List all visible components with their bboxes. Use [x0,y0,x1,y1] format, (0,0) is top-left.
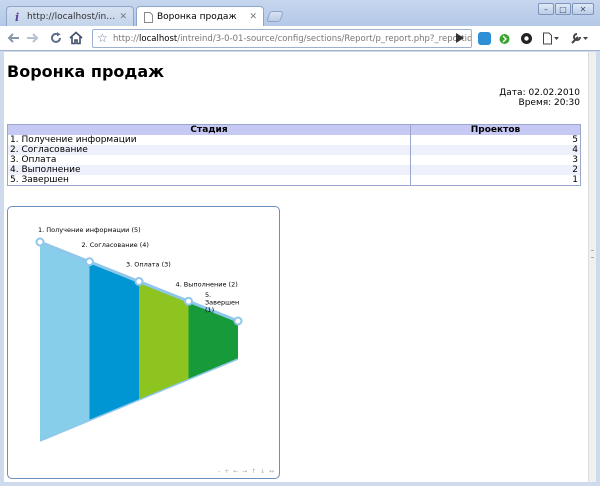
forward-button[interactable] [24,30,40,46]
browser-toolbar: ☆ http://localhost/intreind/3-0-01-sourc… [0,26,600,51]
scrollbar-grip[interactable] [591,250,594,258]
chart-navigation-controls[interactable]: - + ← → ↑ ↓ ↔ [218,468,275,475]
url-prefix: http:// [113,33,140,44]
projects-count-cell: 3 [410,155,581,165]
table-header-row: Стадия Проектов [7,124,581,135]
table-row: 2. Согласование 4 [7,145,581,155]
projects-count-cell: 2 [410,165,581,175]
tab-sales-funnel[interactable]: Воронка продаж ✕ [136,6,264,27]
funnel-point [35,237,45,247]
stage-cell: 3. Оплата [7,155,411,165]
browser-titlebar: i http://localhost/intrein... ✕ Воронка … [0,0,600,27]
funnel-data-label: 2. Согласование (4) [82,241,149,249]
table-row: 1. Получение информации 5 [7,135,581,145]
column-header-stage: Стадия [7,124,411,135]
funnel-point [233,316,243,326]
close-tab-icon[interactable]: ✕ [249,12,257,22]
window-controls: – □ ✕ [538,3,594,15]
home-button[interactable] [68,30,84,46]
wrench-menu-icon[interactable] [570,32,590,45]
back-arrow-icon [7,33,19,43]
stage-cell: 5. Завершен [7,175,411,186]
table-row: 3. Оплата 3 [7,155,581,165]
go-icon[interactable] [456,33,464,43]
bookmark-star-icon[interactable]: ☆ [97,31,108,45]
projects-count-cell: 5 [410,135,581,145]
funnel-point [85,257,94,267]
page-icon [143,11,153,23]
projects-count-cell: 4 [410,145,581,155]
funnel-data-label: 1. Получение информации (5) [38,226,141,234]
reload-icon [51,32,61,43]
funnel-data-label: 5. Завершен (1) [205,291,239,314]
url-host: localhost [139,33,178,44]
page-title: Воронка продаж [7,62,165,81]
forward-arrow-icon [27,33,39,43]
projects-count-cell: 1 [410,175,581,186]
funnel-chart: 1. Получение информации (5) 2. Согласован… [7,206,280,479]
back-button[interactable] [6,30,22,46]
page-viewport: Воронка продаж Дата: 02.02.2010 Время: 2… [4,52,588,482]
tab-label: Воронка продаж [157,12,237,22]
funnel-segment-1 [40,242,90,441]
funnel-point [184,296,193,306]
svg-text:i: i [15,11,19,22]
report-date: Дата: 02.02.2010 [499,88,580,98]
stage-cell: 1. Получение информации [7,135,411,145]
report-meta: Дата: 02.02.2010 Время: 20:30 [499,88,580,108]
info-icon: i [13,11,23,23]
funnel-point [134,277,144,286]
report-table: Стадия Проектов 1. Получение информации … [7,124,581,186]
report-time: Время: 20:30 [518,98,580,108]
table-row: 5. Завершен 1 [7,175,581,186]
extension-icon[interactable] [478,32,491,45]
tab-label: http://localhost/intrein... [27,11,115,22]
minimize-button[interactable]: – [538,3,554,15]
url-path: /intreind/3-0-01-source/config/sections/… [177,33,472,44]
funnel-data-label: 4. Выполнение (2) [176,280,238,288]
page-menu-icon[interactable] [542,32,560,45]
column-header-projects: Проектов [410,124,581,135]
stage-cell: 2. Согласование [7,145,411,155]
home-icon [69,31,83,45]
reload-button[interactable] [48,30,64,46]
close-window-button[interactable]: ✕ [572,3,594,15]
table-row: 4. Выполнение 2 [7,165,581,175]
address-bar[interactable]: ☆ http://localhost/intreind/3-0-01-sourc… [92,29,472,48]
funnel-data-label: 3. Оплата (3) [126,261,171,269]
vertical-scrollbar[interactable] [588,52,596,482]
tab-localhost[interactable]: i http://localhost/intrein... ✕ [6,6,134,26]
funnel-segment-2 [89,261,139,421]
evernote-icon[interactable] [498,32,511,45]
close-tab-icon[interactable]: ✕ [119,12,127,22]
settings-gear-icon[interactable] [520,32,533,45]
funnel-chart-svg: 1. Получение информации (5) 2. Согласован… [35,226,243,442]
stage-cell: 4. Выполнение [7,165,411,175]
maximize-button[interactable]: □ [555,3,571,15]
new-tab-button[interactable] [266,11,284,22]
